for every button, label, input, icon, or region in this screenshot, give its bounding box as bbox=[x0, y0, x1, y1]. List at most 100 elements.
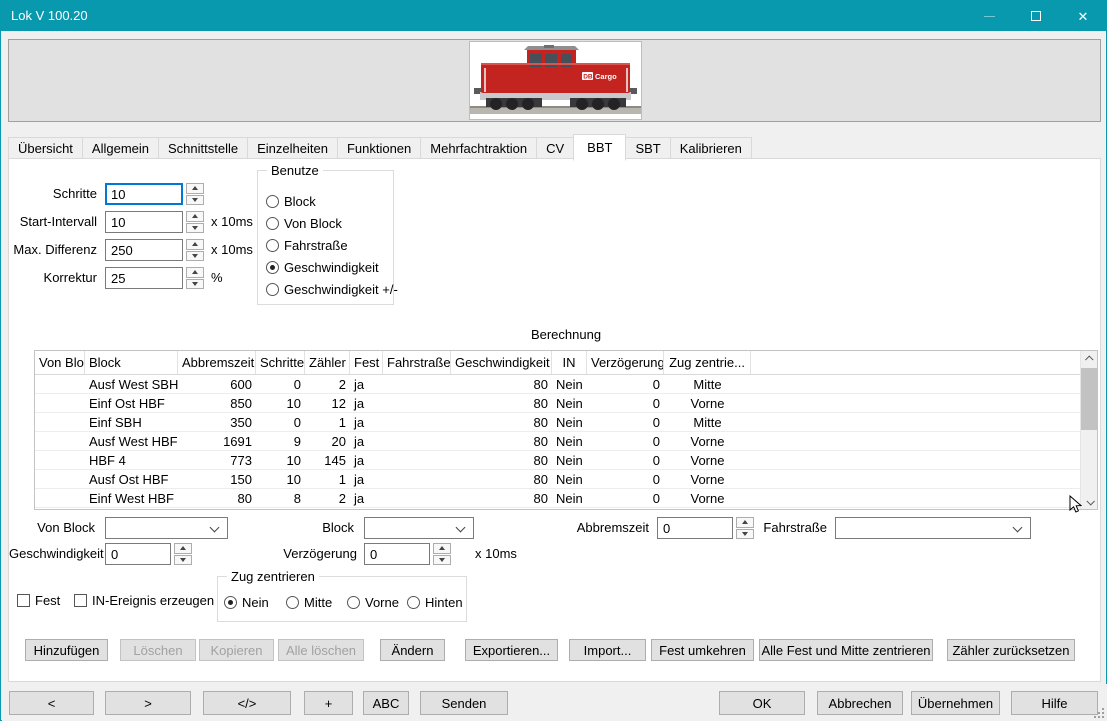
radio-icon bbox=[266, 195, 279, 208]
table-row[interactable]: Einf West HBF 80 8 2 ja 80 Nein 0 Vorne bbox=[35, 489, 1080, 508]
plus-button[interactable]: + bbox=[304, 691, 353, 715]
scroll-up-button[interactable] bbox=[1081, 351, 1098, 366]
col-von-block[interactable]: Von Block bbox=[35, 351, 85, 374]
tab-funktionen[interactable]: Funktionen bbox=[337, 137, 421, 159]
radio-vorne[interactable]: Vorne bbox=[347, 594, 399, 610]
start-intervall-spin-down[interactable] bbox=[186, 223, 204, 234]
korrektur-input[interactable] bbox=[105, 267, 183, 289]
table-header[interactable]: Von Block Block Abbremszeit Schritte Zäh… bbox=[35, 351, 1080, 375]
korrektur-spin-up[interactable] bbox=[186, 267, 204, 278]
tab-cv[interactable]: CV bbox=[536, 137, 574, 159]
zaehler-zuruecksetzen-button[interactable]: Zähler zurücksetzen bbox=[947, 639, 1075, 661]
block-combobox[interactable] bbox=[364, 517, 474, 539]
start-intervall-spin-up[interactable] bbox=[186, 211, 204, 222]
geschwindigkeit-spin-up[interactable] bbox=[174, 543, 192, 554]
max-differenz-input[interactable] bbox=[105, 239, 183, 261]
table-vscrollbar[interactable] bbox=[1080, 351, 1097, 509]
col-verzoegerung[interactable]: Verzögerung bbox=[587, 351, 664, 374]
table-row[interactable]: Ausf West SBH 600 0 2 ja 80 Nein 0 Mitte bbox=[35, 375, 1080, 394]
col-fahrstrasse[interactable]: Fahrstraße bbox=[383, 351, 451, 374]
verzoegerung-spin-up[interactable] bbox=[433, 543, 451, 554]
tab-uebersicht[interactable]: Übersicht bbox=[8, 137, 83, 159]
table-row[interactable]: Einf SBH 350 0 1 ja 80 Nein 0 Mitte bbox=[35, 413, 1080, 432]
tab-einzelheiten[interactable]: Einzelheiten bbox=[247, 137, 338, 159]
max-differenz-spin-down[interactable] bbox=[186, 251, 204, 262]
verzoegerung-spin-down[interactable] bbox=[433, 555, 451, 566]
uebernehmen-button[interactable]: Übernehmen bbox=[911, 691, 1000, 715]
max-differenz-spinner bbox=[105, 239, 204, 261]
scrollbar-thumb[interactable] bbox=[1081, 368, 1098, 430]
col-fest[interactable]: Fest bbox=[350, 351, 383, 374]
tab-bbt[interactable]: BBT bbox=[573, 134, 626, 161]
alle-loeschen-button[interactable]: Alle löschen bbox=[278, 639, 364, 661]
scroll-down-button[interactable] bbox=[1081, 494, 1098, 509]
col-block[interactable]: Block bbox=[85, 351, 178, 374]
tab-allgemein[interactable]: Allgemein bbox=[82, 137, 159, 159]
table-row[interactable]: Ausf West HBF 1691 9 20 ja 80 Nein 0 Vor… bbox=[35, 432, 1080, 451]
col-abbremszeit[interactable]: Abbremszeit bbox=[178, 351, 256, 374]
abbremszeit-input[interactable] bbox=[657, 517, 733, 539]
col-schritte[interactable]: Schritte bbox=[256, 351, 305, 374]
radio-geschwindigkeit-plusminus[interactable]: Geschwindigkeit +/- bbox=[266, 281, 398, 297]
schritte-spin-up[interactable] bbox=[186, 183, 204, 194]
von-block-combobox[interactable] bbox=[105, 517, 228, 539]
schritte-input[interactable] bbox=[105, 183, 183, 205]
in-ereignis-checkbox[interactable]: IN-Ereignis erzeugen bbox=[74, 592, 214, 608]
abbrechen-button[interactable]: Abbrechen bbox=[817, 691, 903, 715]
radio-hinten[interactable]: Hinten bbox=[407, 594, 463, 610]
ok-button[interactable]: OK bbox=[719, 691, 805, 715]
radio-mitte[interactable]: Mitte bbox=[286, 594, 332, 610]
resize-grip[interactable] bbox=[1102, 716, 1104, 718]
hilfe-button[interactable]: Hilfe bbox=[1011, 691, 1098, 715]
title-bar[interactable]: Lok V 100.20 ✕ bbox=[1, 1, 1106, 31]
tab-mehrfachtraktion[interactable]: Mehrfachtraktion bbox=[420, 137, 537, 159]
tab-sbt[interactable]: SBT bbox=[625, 137, 670, 159]
fest-umkehren-button[interactable]: Fest umkehren bbox=[651, 639, 754, 661]
max-differenz-spin-up[interactable] bbox=[186, 239, 204, 250]
import-button[interactable]: Import... bbox=[569, 639, 646, 661]
table-row[interactable]: Ausf Ost HBF 150 10 1 ja 80 Nein 0 Vorne bbox=[35, 470, 1080, 489]
radio-von-block[interactable]: Von Block bbox=[266, 215, 342, 231]
kopieren-button[interactable]: Kopieren bbox=[199, 639, 274, 661]
col-zug-zentrieren[interactable]: Zug zentrie... bbox=[664, 351, 751, 374]
prev-button[interactable]: < bbox=[9, 691, 94, 715]
radio-block[interactable]: Block bbox=[266, 193, 316, 209]
col-zaehler[interactable]: Zähler bbox=[305, 351, 350, 374]
aendern-button[interactable]: Ändern bbox=[380, 639, 445, 661]
table-cell bbox=[383, 470, 451, 488]
maximize-button[interactable] bbox=[1013, 1, 1059, 31]
fest-checkbox[interactable]: Fest bbox=[17, 592, 60, 608]
abc-button[interactable]: ABC bbox=[363, 691, 409, 715]
start-intervall-input[interactable] bbox=[105, 211, 183, 233]
verzoegerung-input[interactable] bbox=[364, 543, 430, 565]
verzoegerung-unit: x 10ms bbox=[475, 543, 517, 565]
table-row[interactable]: HBF 4 773 10 145 ja 80 Nein 0 Vorne bbox=[35, 451, 1080, 470]
next-button[interactable]: > bbox=[105, 691, 191, 715]
senden-button[interactable]: Senden bbox=[420, 691, 508, 715]
fahrstrasse-combobox[interactable] bbox=[835, 517, 1031, 539]
minimize-button[interactable] bbox=[966, 1, 1012, 31]
geschwindigkeit-input[interactable] bbox=[105, 543, 171, 565]
chevron-down-icon bbox=[456, 523, 466, 533]
radio-icon bbox=[347, 596, 360, 609]
hinzufuegen-button[interactable]: Hinzufügen bbox=[25, 639, 108, 661]
radio-fahrstrasse[interactable]: Fahrstraße bbox=[266, 237, 348, 253]
col-in[interactable]: IN bbox=[552, 351, 587, 374]
tab-kalibrieren[interactable]: Kalibrieren bbox=[670, 137, 752, 159]
radio-geschwindigkeit[interactable]: Geschwindigkeit bbox=[266, 259, 379, 275]
close-button[interactable]: ✕ bbox=[1060, 1, 1106, 31]
radio-nein[interactable]: Nein bbox=[224, 594, 269, 610]
table-row[interactable]: Einf Ost HBF 850 10 12 ja 80 Nein 0 Vorn… bbox=[35, 394, 1080, 413]
tab-schnittstelle[interactable]: Schnittstelle bbox=[158, 137, 248, 159]
schritte-spin-down[interactable] bbox=[186, 195, 204, 206]
col-geschwindigkeit[interactable]: Geschwindigkeit bbox=[451, 351, 552, 374]
db-logo-text: DB bbox=[583, 74, 593, 81]
geschwindigkeit-spin-down[interactable] bbox=[174, 555, 192, 566]
exportieren-button[interactable]: Exportieren... bbox=[465, 639, 558, 661]
loeschen-button[interactable]: Löschen bbox=[120, 639, 196, 661]
alle-fest-mitte-zentrieren-button[interactable]: Alle Fest und Mitte zentrieren bbox=[759, 639, 933, 661]
start-intervall-unit: x 10ms bbox=[211, 211, 253, 233]
code-button[interactable]: </> bbox=[203, 691, 291, 715]
korrektur-spin-down[interactable] bbox=[186, 279, 204, 290]
verzoegerung-spinner bbox=[364, 543, 451, 565]
